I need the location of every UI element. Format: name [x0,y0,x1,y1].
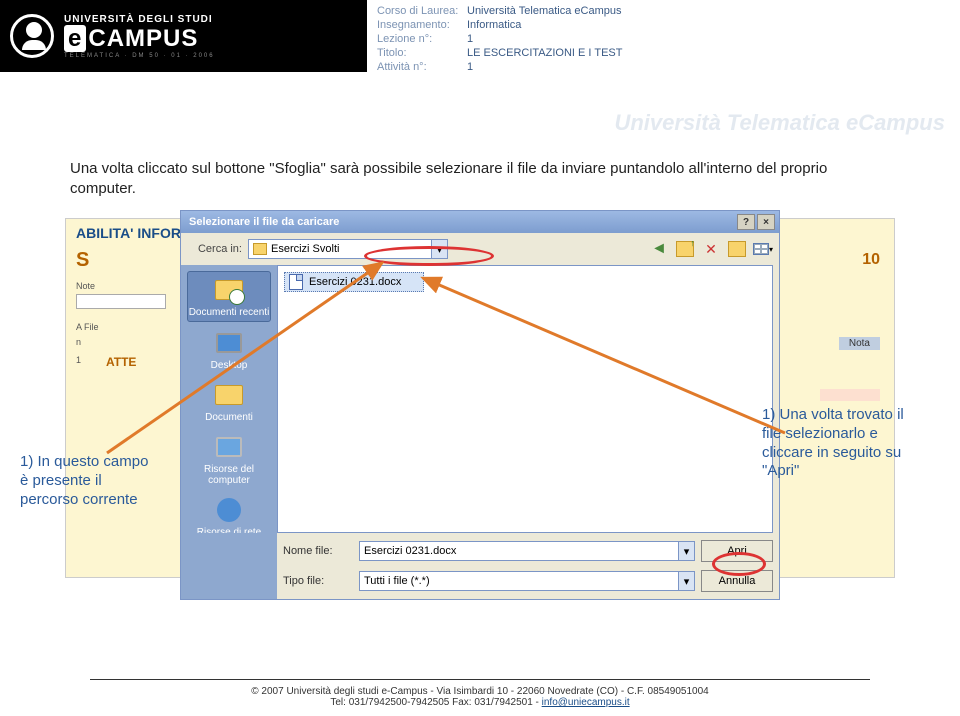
meta-label: Insegnamento: [377,18,467,32]
footer-line1: © 2007 Università degli studi e-Campus -… [0,686,960,697]
body-paragraph: Una volta cliccato sul bottone "Sfoglia"… [0,74,960,218]
delete-icon[interactable]: ✕ [701,239,721,259]
bgform-stripe [820,389,880,401]
bgform-n: n [76,337,81,347]
bgform-note-input[interactable] [76,294,166,309]
screenshot-composite: ABILITA' INFORM S Note A File n 1 ATTE 1… [65,218,895,598]
file-list-area[interactable]: Esercizi 0231.docx [277,265,773,533]
new-folder-icon[interactable] [727,239,747,259]
meta-val: LE ESCERCITAZIONI E I TEST [467,46,622,60]
meta-label: Titolo: [377,46,467,60]
bgform-1: 1 [76,355,81,365]
folder-icon [253,243,267,255]
network-icon [213,495,245,525]
dropdown-icon[interactable]: ▾ [678,572,694,590]
bgform-10: 10 [862,251,880,269]
dialog-title: Selezionare il file da caricare [185,216,735,228]
view-mode-icon[interactable]: ▾ [753,239,773,259]
course-meta: Corso di Laurea:Università Telematica eC… [367,0,960,74]
meta-label: Attività n°: [377,60,467,74]
place-mycomputer[interactable]: Risorse del computer [187,429,271,489]
computer-icon [213,432,245,462]
meta-val: Università Telematica eCampus [467,4,621,18]
meta-label: Corso di Laurea: [377,4,467,18]
annotation-left: 1) In questo campo è presente il percors… [20,453,160,509]
meta-val: 1 [467,32,473,46]
header-banner: UNIVERSITÀ DEGLI STUDI eCAMPUS TELEMATIC… [0,0,960,74]
logo-icon [10,14,54,58]
recent-docs-icon [213,275,245,305]
filename-value: Esercizi 0231.docx [364,545,456,557]
logo-subtext: TELEMATICA · DM 50 · 01 · 2006 [64,53,215,59]
place-recent[interactable]: Documenti recenti [187,271,271,322]
dropdown-icon[interactable]: ▾ [678,542,694,560]
bgform-nota: Nota [839,337,880,350]
annotation-right: 1) Una volta trovato il file selezionarl… [762,406,922,481]
bgform-header: ABILITA' INFORM [76,225,193,241]
docx-icon [289,274,303,290]
place-documents[interactable]: Documenti [187,377,271,426]
bgform-note-label: Note [76,281,95,291]
meta-val: 1 [467,60,473,74]
dialog-titlebar[interactable]: Selezionare il file da caricare ? × [181,211,779,233]
filetype-value: Tutti i file (*.*) [364,575,430,587]
logo-block: UNIVERSITÀ DEGLI STUDI eCAMPUS TELEMATIC… [0,0,367,72]
uni-name: UNIVERSITÀ DEGLI STUDI [64,14,215,25]
file-name: Esercizi 0231.docx [309,276,401,288]
filetype-field[interactable]: Tutti i file (*.*) ▾ [359,571,695,591]
lookin-label: Cerca in: [187,243,242,255]
bgform-s: S [76,249,89,272]
documents-icon [213,380,245,410]
highlight-oval-open [712,552,766,576]
dialog-body: Documenti recenti Desktop Documenti Riso… [181,265,779,533]
toolbar-icons: ◄ ✕ ▾ [649,239,773,259]
campus-logo: eCAMPUS [64,25,215,53]
filetype-label: Tipo file: [283,575,353,587]
meta-val: Informatica [467,18,521,32]
place-desktop[interactable]: Desktop [187,325,271,374]
filename-label: Nome file: [283,545,353,557]
page-footer: © 2007 Università degli studi e-Campus -… [0,679,960,708]
bgform-att: ATTE [106,355,136,369]
place-label: Desktop [211,360,248,371]
close-button[interactable]: × [757,214,775,230]
back-icon[interactable]: ◄ [649,239,669,259]
footer-email[interactable]: info@uniecampus.it [542,697,630,708]
help-button[interactable]: ? [737,214,755,230]
desktop-icon [213,328,245,358]
file-open-dialog: Selezionare il file da caricare ? × Cerc… [180,210,780,600]
place-label: Risorse del computer [187,464,271,486]
lookin-value: Esercizi Svolti [271,243,339,255]
dialog-footer: Nome file: Esercizi 0231.docx ▾ Apri Tip… [181,533,779,599]
filename-field[interactable]: Esercizi 0231.docx ▾ [359,541,695,561]
file-item[interactable]: Esercizi 0231.docx [284,272,424,292]
footer-line2: Tel: 031/7942500-7942505 Fax: 031/794250… [330,697,541,708]
up-folder-icon[interactable] [675,239,695,259]
highlight-oval-lookin [364,246,494,266]
place-label: Documenti recenti [189,307,270,318]
place-label: Documenti [205,412,253,423]
bgform-file-label: A File [76,322,99,332]
places-bar: Documenti recenti Desktop Documenti Riso… [181,265,277,533]
meta-label: Lezione n°: [377,32,467,46]
